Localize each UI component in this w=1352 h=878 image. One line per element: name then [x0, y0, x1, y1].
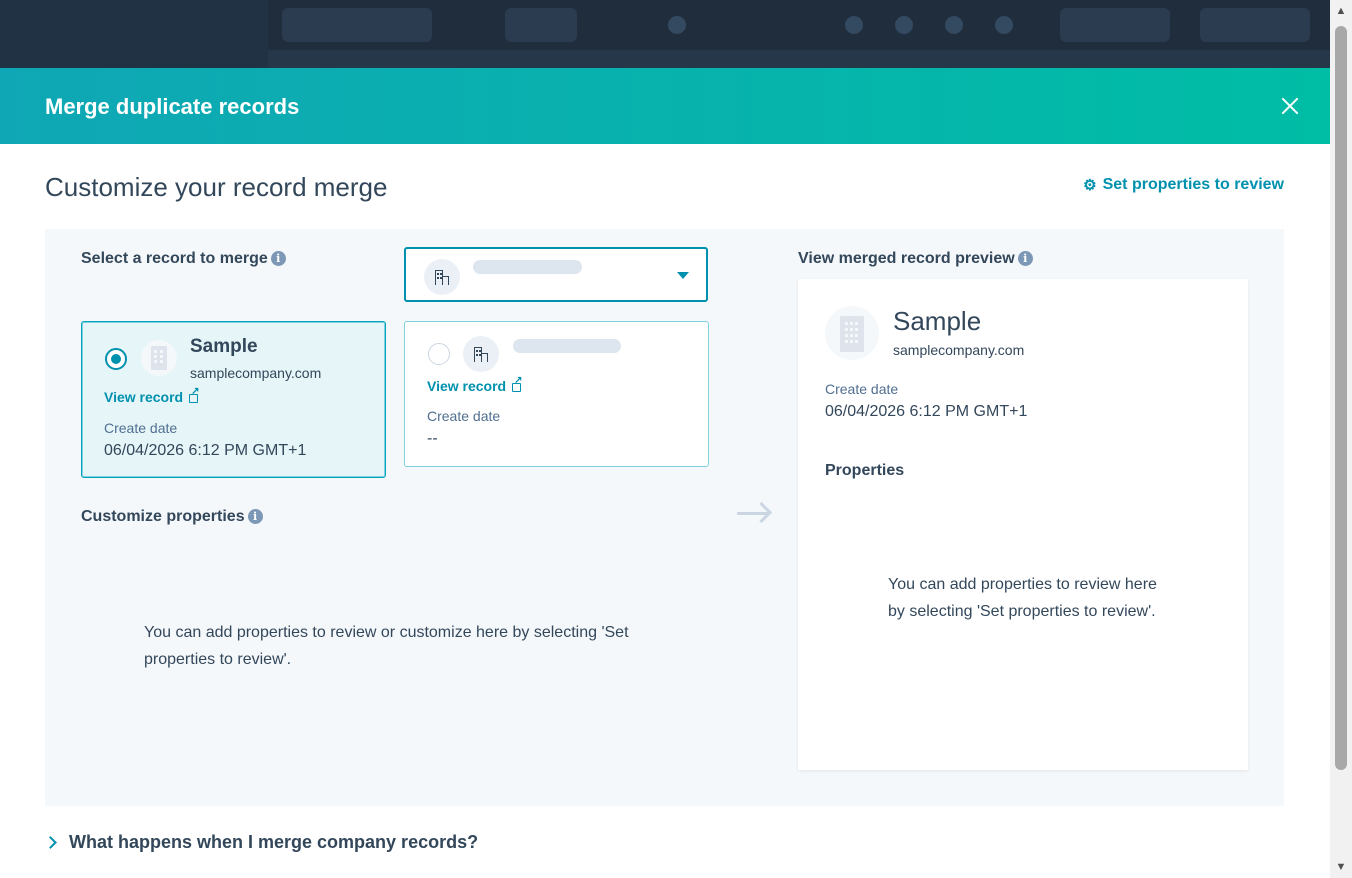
background-icon: [845, 16, 863, 34]
preview-label: View merged record preview i: [798, 250, 1033, 268]
preview-create-date-value: 06/04/2026 6:12 PM GMT+1: [825, 403, 1028, 420]
primary-record-radio[interactable]: [105, 348, 127, 370]
company-logo-icon: [825, 306, 879, 360]
secondary-record-card[interactable]: View record Create date --: [404, 321, 709, 467]
primary-record-domain: samplecompany.com: [190, 365, 322, 381]
primary-record-name: Sample: [190, 336, 258, 357]
company-logo-icon: [141, 340, 177, 376]
background-icon: [895, 16, 913, 34]
external-link-icon: [189, 386, 200, 403]
merge-panel: Select a record to merge i Sample sample…: [45, 229, 1284, 806]
preview-record-name: Sample: [893, 306, 982, 336]
customize-properties-text: Customize properties: [81, 508, 245, 525]
company-icon: [424, 259, 460, 295]
background-icon: [668, 16, 686, 34]
arrow-right-icon: [737, 499, 773, 527]
background-left-rail: [0, 0, 268, 68]
preview-record-domain: samplecompany.com: [893, 342, 1025, 358]
customize-empty-message: You can add properties to review or cust…: [144, 624, 629, 668]
background-account-menu: [1060, 8, 1170, 42]
background-button: [505, 8, 577, 42]
record-select-dropdown[interactable]: [404, 247, 708, 302]
merged-record-preview-card: Sample samplecompany.com Create date 06/…: [798, 279, 1248, 770]
background-account-menu: [1200, 8, 1310, 42]
create-date-label: Create date: [104, 420, 178, 436]
gear-icon: ⚙: [1083, 177, 1097, 194]
modal-title: Merge duplicate records: [45, 94, 300, 119]
scroll-down-icon[interactable]: ▼: [1334, 860, 1348, 874]
info-icon[interactable]: i: [247, 509, 263, 524]
primary-view-record-link[interactable]: View record: [104, 386, 200, 405]
scroll-up-icon[interactable]: ▲: [1334, 4, 1348, 18]
secondary-view-record-link[interactable]: View record: [427, 375, 523, 394]
select-record-label-text: Select a record to merge: [81, 250, 268, 267]
company-icon: [463, 336, 499, 372]
scrollbar-thumb[interactable]: [1335, 26, 1347, 770]
merge-modal: Merge duplicate records Customize your r…: [0, 68, 1330, 878]
external-link-icon: [512, 375, 523, 392]
preview-properties-title: Properties: [825, 462, 905, 479]
preview-label-text: View merged record preview: [798, 250, 1015, 267]
modal-header: Merge duplicate records: [0, 68, 1330, 144]
info-icon[interactable]: i: [1017, 251, 1033, 266]
background-subheader: [268, 50, 1330, 68]
set-properties-label: Set properties to review: [1102, 176, 1284, 193]
close-icon[interactable]: [1278, 94, 1302, 118]
create-date-label: Create date: [427, 408, 501, 424]
chevron-right-icon: [44, 836, 57, 849]
loading-placeholder: [513, 339, 621, 353]
loading-placeholder: [473, 260, 582, 274]
set-properties-link[interactable]: ⚙ Set properties to review: [1083, 176, 1284, 194]
faq-label: What happens when I merge company record…: [69, 832, 479, 852]
scrollbar[interactable]: ▲ ▼: [1330, 0, 1352, 878]
section-title: Customize your record merge: [45, 172, 388, 202]
background-icon: [995, 16, 1013, 34]
info-icon[interactable]: i: [270, 251, 286, 266]
chevron-down-icon: [677, 272, 689, 279]
background-search-bar: [282, 8, 432, 42]
create-date-value: 06/04/2026 6:12 PM GMT+1: [104, 442, 307, 459]
primary-record-card[interactable]: Sample samplecompany.com View record Cre…: [81, 321, 386, 478]
customize-properties-label: Customize properties i: [81, 508, 263, 526]
background-icon: [945, 16, 963, 34]
secondary-record-radio[interactable]: [428, 343, 450, 365]
background-app-header: [0, 0, 1330, 68]
view-record-label: View record: [104, 389, 184, 405]
preview-create-date-label: Create date: [825, 381, 899, 397]
merge-faq-toggle[interactable]: What happens when I merge company record…: [44, 832, 479, 853]
create-date-value: --: [427, 430, 438, 447]
view-record-label: View record: [427, 378, 507, 394]
preview-empty-message: You can add properties to review here by…: [888, 576, 1157, 620]
select-record-label: Select a record to merge i: [81, 250, 286, 268]
